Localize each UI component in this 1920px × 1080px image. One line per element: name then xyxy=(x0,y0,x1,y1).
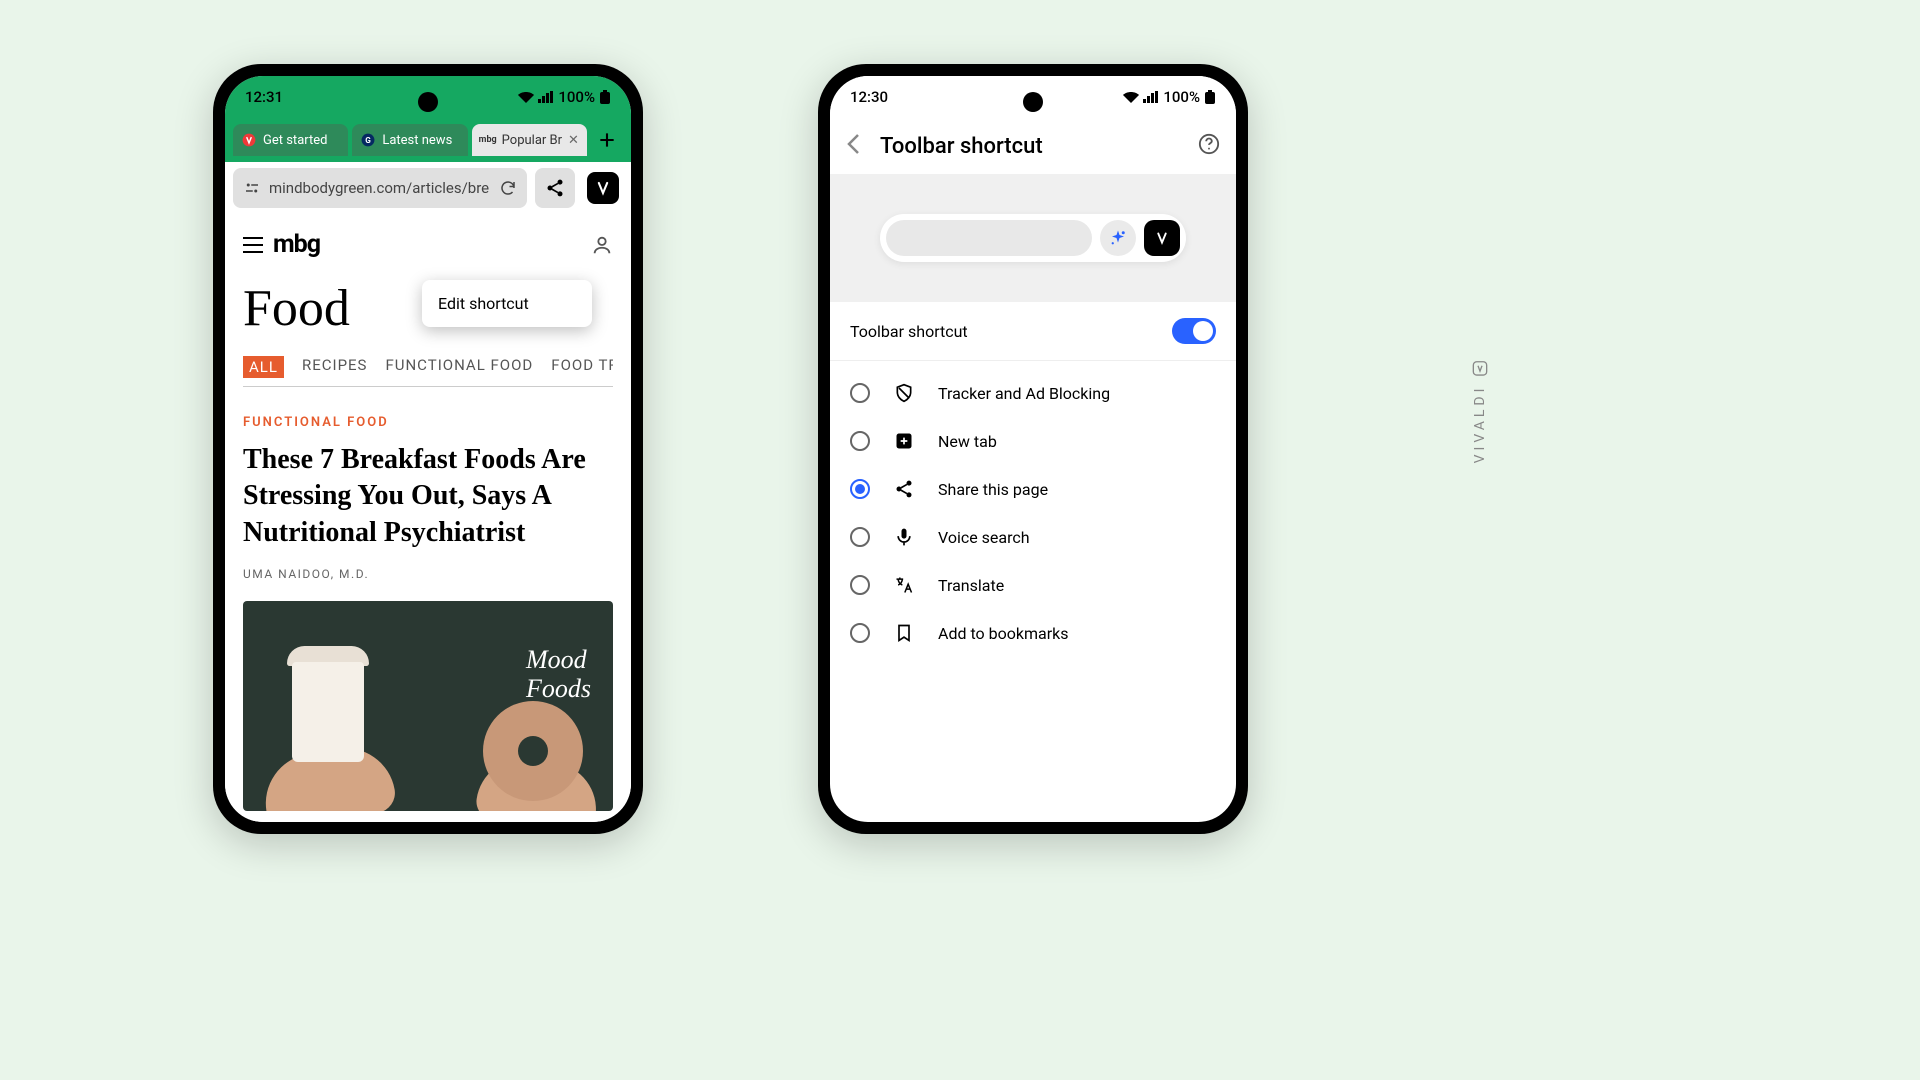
article-image[interactable]: MoodFoods xyxy=(243,601,613,811)
vivaldi-icon xyxy=(1144,220,1180,256)
signal-icon xyxy=(1143,91,1159,103)
battery-icon xyxy=(1204,90,1216,104)
signal-icon xyxy=(538,91,554,103)
shortcut-option-newtab[interactable]: New tab xyxy=(830,417,1236,465)
translate-icon xyxy=(892,575,916,595)
shortcut-label: Add to bookmarks xyxy=(938,624,1069,643)
share-button[interactable] xyxy=(535,168,575,208)
image-overlay-text: MoodFoods xyxy=(526,646,591,703)
new-tab-button[interactable] xyxy=(591,124,623,156)
site-settings-icon[interactable] xyxy=(243,179,261,197)
toolbar-shortcut-toggle[interactable] xyxy=(1172,318,1216,344)
radio-icon xyxy=(850,431,870,451)
mbg-favicon: mbg xyxy=(480,132,496,148)
vivaldi-favicon xyxy=(241,132,257,148)
guardian-favicon: G xyxy=(360,132,376,148)
category-tabs: ALL RECIPES FUNCTIONAL FOOD FOOD TR xyxy=(243,356,613,387)
address-bar[interactable]: mindbodygreen.com/articles/bre xyxy=(233,168,527,208)
article-author[interactable]: UMA NAIDOO, M.D. xyxy=(243,567,613,581)
shortcut-option-translate[interactable]: Translate xyxy=(830,561,1236,609)
toolbar-shortcut-toggle-row: Toolbar shortcut xyxy=(830,302,1236,361)
article-category[interactable]: FUNCTIONAL FOOD xyxy=(243,415,613,430)
edit-shortcut-popup[interactable]: Edit shortcut xyxy=(422,280,592,327)
popup-label: Edit shortcut xyxy=(438,294,529,313)
close-icon[interactable]: ✕ xyxy=(568,133,579,148)
svg-text:G: G xyxy=(366,135,372,145)
settings-title: Toolbar shortcut xyxy=(880,134,1178,159)
wifi-icon xyxy=(518,91,534,103)
main-menu-button[interactable] xyxy=(583,168,623,208)
reload-icon[interactable] xyxy=(499,179,517,197)
category-tab-all[interactable]: ALL xyxy=(243,356,284,378)
battery-text: 100% xyxy=(1163,88,1200,106)
tab-get-started[interactable]: Get started xyxy=(233,124,348,156)
shortcut-slot-icon xyxy=(1100,220,1136,256)
shortcut-option-share[interactable]: Share this page xyxy=(830,465,1236,513)
shortcut-label: Tracker and Ad Blocking xyxy=(938,384,1110,403)
share-icon xyxy=(892,479,916,499)
site-logo[interactable]: mbg xyxy=(273,230,320,259)
shield-icon xyxy=(892,383,916,403)
toggle-label: Toolbar shortcut xyxy=(850,322,968,341)
tab-strip: Get started G Latest news mbg Popular Br… xyxy=(225,118,631,162)
shortcut-label: Translate xyxy=(938,576,1004,595)
category-tab-functional[interactable]: FUNCTIONAL FOOD xyxy=(385,356,533,378)
preview-url-field xyxy=(886,220,1092,256)
article-title[interactable]: These 7 Breakfast Foods Are Stressing Yo… xyxy=(243,442,613,551)
shortcut-option-voice[interactable]: Voice search xyxy=(830,513,1236,561)
address-bar-row: mindbodygreen.com/articles/bre xyxy=(225,162,631,214)
radio-icon xyxy=(850,575,870,595)
phone-right: 12:30 100% Toolbar shortcut xyxy=(818,64,1248,834)
chevron-left-icon xyxy=(846,133,860,155)
shortcut-options-list: Tracker and Ad Blocking New tab Share th… xyxy=(830,361,1236,665)
vivaldi-icon xyxy=(587,172,619,204)
status-time: 12:31 xyxy=(245,88,283,106)
vivaldi-logo-icon xyxy=(1472,361,1488,377)
profile-icon[interactable] xyxy=(591,234,613,256)
shortcut-label: Voice search xyxy=(938,528,1030,547)
category-tab-trends[interactable]: FOOD TR xyxy=(551,356,613,378)
tab-label: Get started xyxy=(263,133,327,148)
help-button[interactable] xyxy=(1198,133,1220,159)
wifi-icon xyxy=(1123,91,1139,103)
camera-hole xyxy=(1023,92,1043,112)
plus-icon xyxy=(892,431,916,451)
tab-label: Latest news xyxy=(382,133,452,148)
help-icon xyxy=(1198,133,1220,155)
shortcut-label: New tab xyxy=(938,432,997,451)
radio-icon xyxy=(850,479,870,499)
preview-bar xyxy=(880,214,1186,262)
battery-text: 100% xyxy=(558,88,595,106)
shortcut-label: Share this page xyxy=(938,480,1048,499)
shortcut-option-tracker[interactable]: Tracker and Ad Blocking xyxy=(830,369,1236,417)
back-button[interactable] xyxy=(846,133,860,159)
camera-hole xyxy=(418,92,438,112)
bookmark-icon xyxy=(892,623,916,643)
shortcut-option-bookmark[interactable]: Add to bookmarks xyxy=(830,609,1236,657)
radio-icon xyxy=(850,527,870,547)
settings-header: Toolbar shortcut xyxy=(830,118,1236,174)
tab-latest-news[interactable]: G Latest news xyxy=(352,124,467,156)
mic-icon xyxy=(892,527,916,547)
vivaldi-watermark: VIVALDI xyxy=(1472,361,1488,464)
hamburger-icon[interactable] xyxy=(243,237,263,253)
tab-popular[interactable]: mbg Popular Br ✕ xyxy=(472,124,587,156)
toolbar-preview xyxy=(830,174,1236,302)
phone-left: 12:31 100% Get started G Latest news mbg… xyxy=(213,64,643,834)
share-icon xyxy=(545,178,565,198)
category-tab-recipes[interactable]: RECIPES xyxy=(302,356,368,378)
status-icons: 100% xyxy=(1123,88,1216,106)
radio-icon xyxy=(850,383,870,403)
radio-icon xyxy=(850,623,870,643)
tab-label: Popular Br xyxy=(502,133,562,148)
status-icons: 100% xyxy=(518,88,611,106)
url-text: mindbodygreen.com/articles/bre xyxy=(269,179,491,197)
battery-icon xyxy=(599,90,611,104)
status-time: 12:30 xyxy=(850,88,888,106)
